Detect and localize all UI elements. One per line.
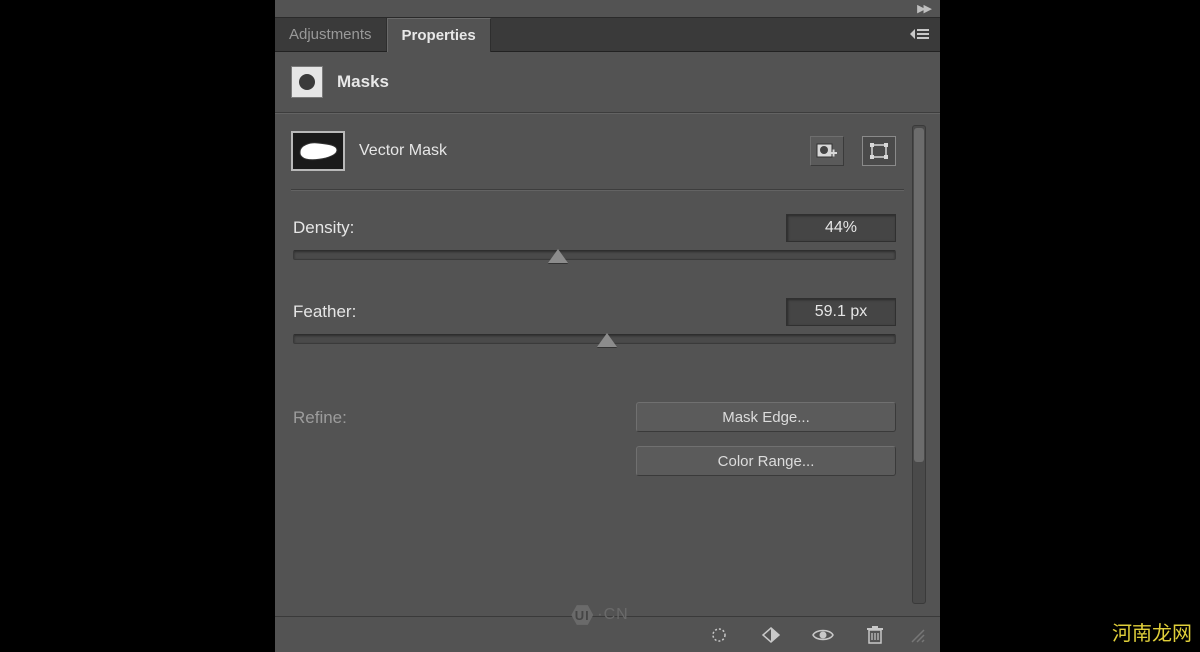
density-value[interactable]: 44% — [786, 214, 896, 242]
tab-properties[interactable]: Properties — [387, 18, 491, 52]
add-vector-mask-button[interactable] — [862, 136, 896, 166]
hex-badge-icon: UI — [571, 604, 593, 626]
watermark-uicn-text: ·CN — [597, 606, 628, 624]
feather-control: Feather: 59.1 px — [293, 298, 896, 344]
density-control: Density: 44% — [293, 214, 896, 260]
mask-type-label: Vector Mask — [359, 142, 447, 160]
panel-scrollbar[interactable] — [912, 125, 926, 604]
watermark-uicn: UI ·CN — [571, 604, 628, 626]
feather-value[interactable]: 59.1 px — [786, 298, 896, 326]
section-title: Masks — [337, 72, 389, 92]
panel-menu-icon[interactable] — [910, 28, 930, 43]
mask-edge-button[interactable]: Mask Edge... — [636, 402, 896, 432]
resize-grip-icon[interactable] — [906, 624, 928, 646]
feather-slider-thumb[interactable] — [597, 333, 617, 347]
panel-topbar: ▶▶ — [275, 0, 940, 18]
toggle-visibility-icon[interactable] — [812, 624, 834, 646]
select-mask-icon[interactable] — [708, 624, 730, 646]
mask-row: Vector Mask — [291, 113, 904, 189]
tab-row: Adjustments Properties — [275, 18, 940, 52]
watermark-site: 河南龙网 — [1112, 617, 1192, 646]
color-range-button[interactable]: Color Range... — [636, 446, 896, 476]
apply-mask-icon[interactable] — [760, 624, 782, 646]
density-slider-track[interactable] — [293, 250, 896, 260]
masks-icon — [291, 66, 323, 98]
scrollbar-thumb[interactable] — [914, 128, 924, 462]
refine-section: Refine: Mask Edge... Color Range... — [291, 392, 904, 476]
density-label[interactable]: Density: — [293, 218, 354, 238]
properties-panel: ▶▶ Adjustments Properties Masks Vector M… — [275, 0, 940, 652]
refine-label: Refine: — [293, 402, 423, 476]
density-slider-thumb[interactable] — [548, 249, 568, 263]
add-pixel-mask-button[interactable] — [810, 136, 844, 166]
vector-mask-thumbnail[interactable] — [291, 131, 345, 171]
tab-adjustments[interactable]: Adjustments — [275, 18, 387, 51]
section-header: Masks — [275, 52, 940, 112]
delete-mask-icon[interactable] — [864, 624, 886, 646]
feather-label[interactable]: Feather: — [293, 302, 356, 322]
collapse-icon[interactable]: ▶▶ — [917, 2, 930, 15]
feather-slider-track[interactable] — [293, 334, 896, 344]
